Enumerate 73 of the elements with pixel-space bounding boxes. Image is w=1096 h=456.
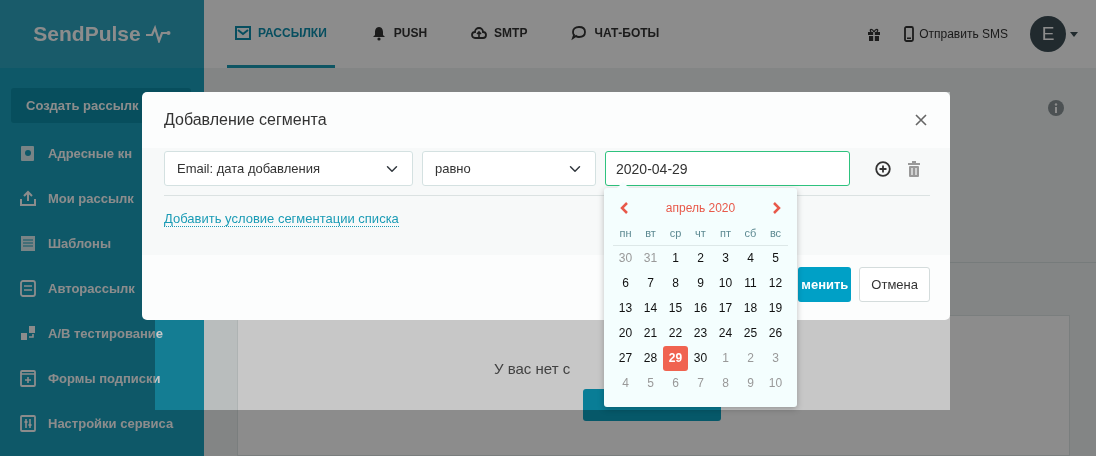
cancel-button[interactable]: Отмена [859,267,930,302]
calendar-day[interactable]: 1 [663,246,688,271]
calendar-day[interactable]: 28 [638,346,663,371]
form-icon [20,370,36,387]
calendar-day[interactable]: 19 [763,296,788,321]
phone-icon [904,26,915,42]
plus-circle-icon [875,160,891,177]
info-icon [1048,100,1064,116]
user-avatar[interactable]: E [1030,16,1066,52]
calendar-day[interactable]: 6 [613,271,638,296]
gift-icon[interactable] [866,26,883,42]
calendar-day[interactable]: 18 [738,296,763,321]
chat-icon [571,24,588,41]
calendar-day[interactable]: 20 [613,321,638,346]
calendar-day[interactable]: 23 [688,321,713,346]
field-select[interactable]: Email: дата добавления [164,151,413,186]
calendar-day[interactable]: 22 [663,321,688,346]
calendar-day[interactable]: 24 [713,321,738,346]
weekday-label: чт [688,221,713,246]
month-title: апрель 2020 [665,200,736,217]
calendar-day[interactable]: 21 [638,321,663,346]
calendar-day[interactable]: 8 [663,271,688,296]
send-sms-link[interactable]: Отправить SMS [904,25,1008,43]
calendar-day[interactable]: 17 [713,296,738,321]
calendar-day[interactable]: 30 [688,346,713,371]
weekday-label: пн [613,221,638,246]
calendar-day[interactable]: 13 [613,296,638,321]
upload-icon [20,190,36,207]
close-button[interactable] [914,113,928,127]
calendar-day[interactable]: 25 [738,321,763,346]
calendar-day[interactable]: 2 [688,246,713,271]
caret-icon[interactable] [1070,31,1078,37]
calendar-day[interactable]: 3 [713,246,738,271]
calendar-day[interactable]: 9 [688,271,713,296]
weekday-label: ср [663,221,688,246]
close-icon [914,113,928,127]
calendar-day[interactable]: 5 [763,246,788,271]
address-book-icon [20,145,36,162]
calendar-day[interactable]: 12 [763,271,788,296]
chevron-left-icon [620,202,628,214]
calendar-day[interactable]: 11 [738,271,763,296]
split-test-icon [20,325,36,342]
pulse-icon [144,25,171,43]
calendar-day[interactable]: 15 [663,296,688,321]
calendar-day[interactable]: 7 [638,271,663,296]
add-button[interactable] [875,160,891,177]
chevron-right-icon [773,202,781,214]
calendar-day[interactable]: 14 [638,296,663,321]
nav-tab[interactable]: ЧАТ-БОТЫ [563,0,668,68]
calendar-day[interactable]: 16 [688,296,713,321]
calendar-day[interactable]: 26 [763,321,788,346]
automation-icon [20,280,36,297]
date-input[interactable]: 2020-04-29 [605,151,850,186]
weekday-label: вс [763,221,788,246]
envelope-icon [235,24,251,41]
weekday-label: сб [738,221,763,246]
weekday-label: пт [713,221,738,246]
calendar-day[interactable]: 10 [713,271,738,296]
delete-button[interactable] [907,160,921,177]
settings-icon [20,415,36,432]
calendar-day[interactable]: 4 [738,246,763,271]
nav-tab[interactable]: SMTP [463,0,536,68]
empty-message: У вас нет с [494,359,571,379]
operator-select[interactable]: равно [422,151,596,186]
next-month-button[interactable] [773,202,781,214]
trash-icon [907,160,921,177]
nav-tab[interactable]: PUSH [362,0,436,68]
cloud-upload-icon [471,24,488,41]
prev-month-button[interactable] [620,202,628,214]
logo-text: SendPulse [33,21,141,48]
weekday-label: вт [638,221,663,246]
template-icon [20,235,36,252]
calendar-day[interactable]: 27 [613,346,638,371]
